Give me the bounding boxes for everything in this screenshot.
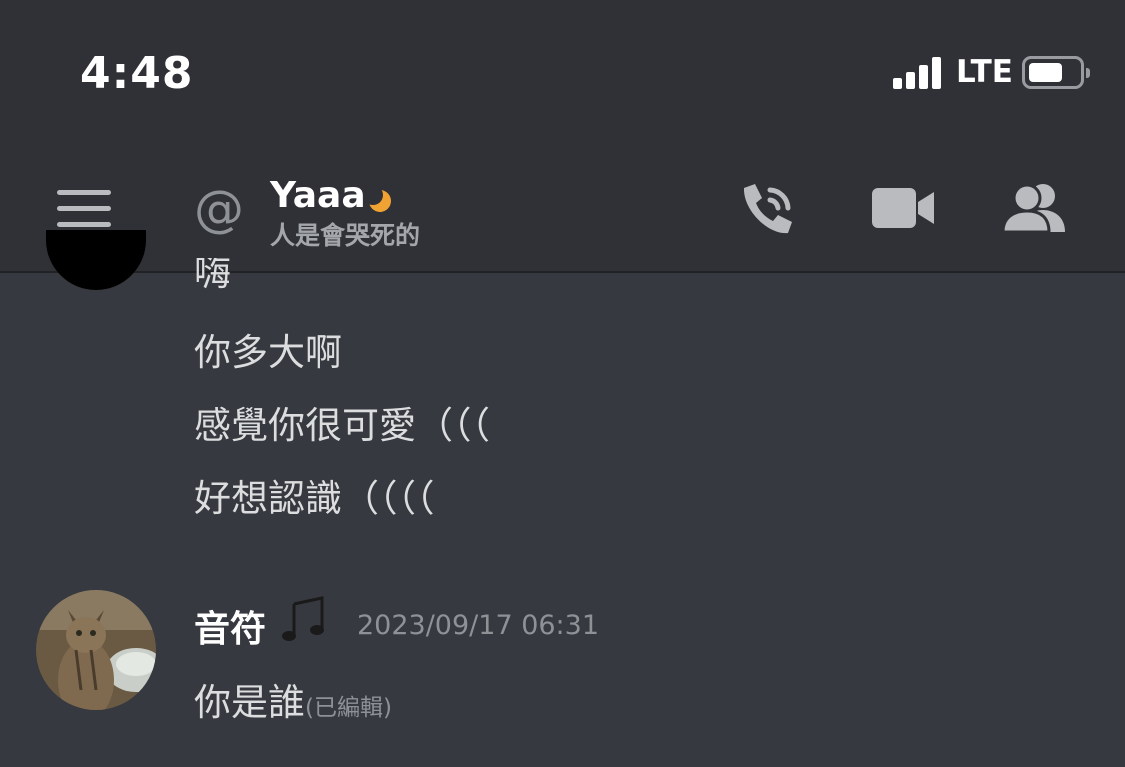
edited-label: (已編輯) [305, 695, 392, 721]
avatar[interactable] [36, 590, 156, 710]
music-note-icon [282, 596, 326, 648]
message-line: 你是誰(已編輯) [194, 672, 392, 726]
dm-subtitle: 人是會哭死的 [270, 221, 421, 250]
status-bar: 4:48 LTE [0, 0, 1125, 150]
username[interactable]: 音符 [194, 600, 266, 652]
moon-icon [363, 185, 395, 220]
avatar[interactable] [46, 230, 146, 290]
network-label: LTE [956, 54, 1013, 90]
members-icon[interactable] [1001, 182, 1067, 238]
signal-icon [893, 57, 945, 89]
message-line: 好想認識（（（（ [194, 477, 435, 520]
message-text: 你是誰 [194, 681, 305, 724]
at-icon: @ [194, 180, 244, 238]
status-time: 4:48 [80, 48, 194, 99]
message-line: 你多大啊 [194, 331, 342, 374]
message-line: 感覺你很可愛（（（ [194, 404, 490, 447]
message-line: 嗨 [194, 258, 231, 290]
dm-title[interactable]: Yaaa [270, 175, 366, 216]
video-icon[interactable] [872, 186, 936, 236]
channel-header: @ Yaaa 人是會哭死的 [0, 150, 1125, 273]
menu-icon[interactable] [57, 190, 111, 228]
battery-icon [1022, 56, 1090, 89]
call-icon[interactable] [738, 180, 798, 244]
message-timestamp: 2023/09/17 06:31 [357, 610, 600, 641]
